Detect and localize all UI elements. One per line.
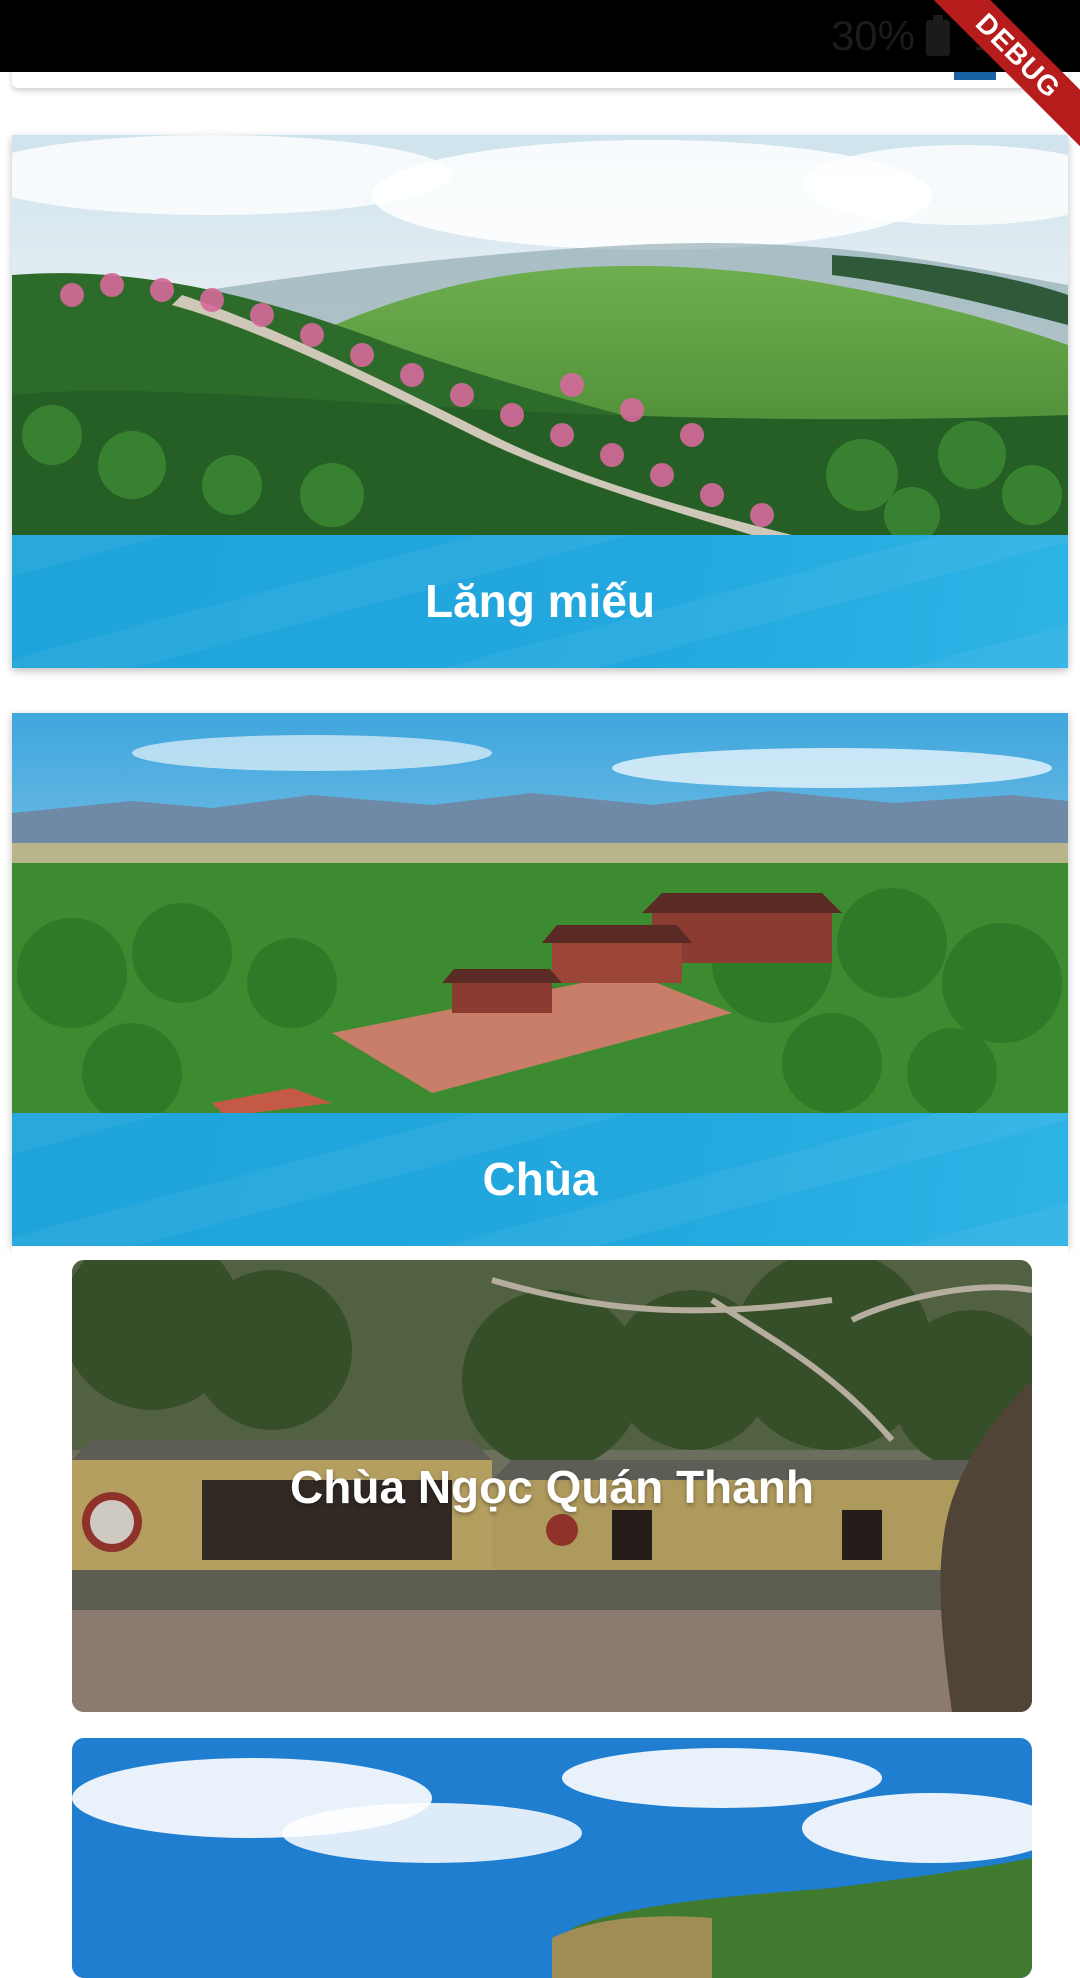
battery-percent: 30% — [830, 12, 915, 59]
category-label: Chùa — [482, 1153, 598, 1205]
category-card-chua[interactable]: Chùa — [12, 713, 1068, 1246]
category-image-hillside — [12, 135, 1068, 535]
category-label-bar: Chùa — [12, 1113, 1068, 1246]
category-image-temple — [12, 713, 1068, 1113]
battery-icon — [926, 15, 950, 56]
status-bar: 30% 1 — [0, 0, 1080, 72]
category-label: Lăng miếu — [424, 575, 656, 627]
place-list[interactable]: Chùa Ngọc Quán Thanh — [12, 1246, 1068, 1978]
category-label-bar: Lăng miếu — [12, 535, 1068, 668]
place-title: Chùa Ngọc Quán Thanh — [290, 1461, 814, 1513]
place-card-chua-ngoc-quan-thanh[interactable]: Chùa Ngọc Quán Thanh — [72, 1260, 1032, 1712]
place-card-2[interactable] — [72, 1738, 1032, 1978]
place-image-sky-hill — [72, 1738, 1032, 1978]
category-card-lang-mieu[interactable]: Lăng miếu — [12, 135, 1068, 668]
